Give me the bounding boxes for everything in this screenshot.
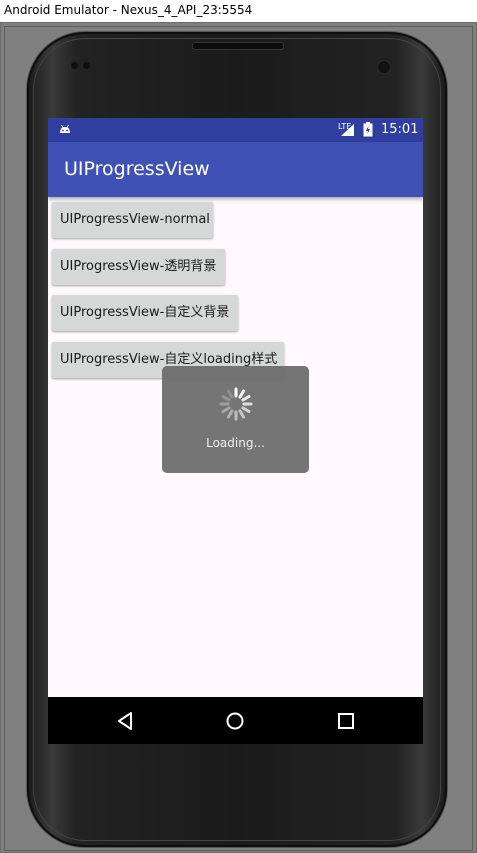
app-bar: UIProgressView <box>48 142 423 197</box>
back-icon[interactable] <box>116 711 136 731</box>
sensor-dots <box>71 62 93 72</box>
emulator-title-bar[interactable]: Android Emulator - Nexus_4_API_23:5554 <box>0 0 477 23</box>
loading-dialog: Loading... <box>162 366 309 473</box>
progress-normal-button[interactable]: UIProgressView-normal <box>52 202 213 238</box>
status-bar: LTE 15:01 <box>48 118 423 142</box>
loading-text: Loading... <box>206 436 265 450</box>
device-screen: LTE 15:01 UIProgressView UIProgressView-… <box>48 118 423 744</box>
emulator-window-title: Android Emulator - Nexus_4_API_23:5554 <box>4 3 253 17</box>
home-icon[interactable] <box>225 711 245 731</box>
progress-custom-bg-button[interactable]: UIProgressView-自定义背景 <box>52 295 238 331</box>
app-title: UIProgressView <box>64 158 210 180</box>
battery-icon <box>363 122 373 137</box>
status-time: 15:01 <box>381 122 419 137</box>
front-camera <box>377 60 391 74</box>
earpiece-speaker <box>192 42 284 50</box>
recents-icon[interactable] <box>336 711 356 731</box>
navigation-bar <box>48 697 423 744</box>
android-icon <box>60 124 70 133</box>
spinner-icon <box>219 387 253 421</box>
progress-transparent-bg-button[interactable]: UIProgressView-透明背景 <box>52 249 225 285</box>
signal-icon <box>341 124 354 136</box>
